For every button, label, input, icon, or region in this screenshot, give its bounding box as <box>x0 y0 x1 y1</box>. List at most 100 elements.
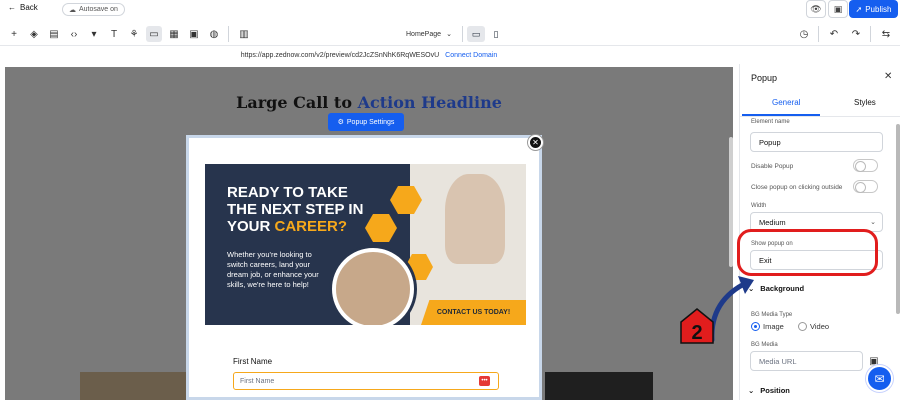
annotation-highlight-ring <box>737 229 878 276</box>
popup-settings-label: Popup Settings <box>346 118 395 126</box>
globe-icon: ◍ <box>209 28 219 40</box>
history-button[interactable]: ◷ <box>796 26 812 42</box>
first-name-input[interactable]: First Name ••• <box>233 372 499 390</box>
radio-empty-icon <box>798 322 807 331</box>
save-button[interactable]: ▣ <box>828 0 848 18</box>
disable-popup-toggle[interactable] <box>853 159 878 172</box>
popup-banner-image[interactable]: READY TO TAKE THE NEXT STEP IN YOUR CARE… <box>205 164 526 325</box>
canvas-scrollbar[interactable] <box>729 137 733 267</box>
media-url-placeholder: Media URL <box>759 356 797 366</box>
media-url-input[interactable]: Media URL <box>750 351 863 371</box>
forms-button[interactable]: ▦ <box>166 26 182 42</box>
monitor-icon: ▭ <box>471 28 481 39</box>
position-section-header[interactable]: ⌄ Position <box>748 386 790 395</box>
gear-icon: ⚙ <box>337 119 344 126</box>
phone-icon: ▯ <box>493 28 499 39</box>
tab-general[interactable]: General <box>772 98 800 107</box>
styles-button[interactable]: ▾ <box>86 26 102 42</box>
close-outside-label: Close popup on clicking outside <box>751 184 843 191</box>
floppy-icon: ▣ <box>833 3 843 14</box>
toolbar-divider <box>462 26 463 42</box>
banner-title-highlight: CAREER? <box>274 218 348 235</box>
mobile-view-button[interactable]: ▯ <box>487 26 505 42</box>
back-button[interactable]: ← Back <box>8 3 38 12</box>
background-image-block <box>545 372 653 400</box>
panel-title: Popup <box>751 73 778 83</box>
page-headline[interactable]: Large Call to Action Headline <box>5 93 733 112</box>
element-name-value: Popup <box>759 137 781 147</box>
page-selected-label: HomePage <box>406 30 442 38</box>
split-view-button[interactable]: ▥ <box>236 26 252 42</box>
autosave-label: Autosave on <box>79 6 118 13</box>
typography-button[interactable]: T <box>106 26 122 42</box>
banner-body-text: Whether you're looking to switch careers… <box>227 250 319 289</box>
element-name-label: Element name <box>751 119 790 125</box>
plus-icon: + <box>11 28 17 40</box>
settings-toggle-button[interactable]: ⇆ <box>878 26 894 42</box>
chevron-down-icon: ⌄ <box>870 219 876 226</box>
page-selector[interactable]: HomePage ⌄ <box>400 26 458 42</box>
banner-title: READY TO TAKE THE NEXT STEP IN YOUR CARE… <box>227 184 407 235</box>
media-type-video-radio[interactable]: Video <box>798 322 829 331</box>
disable-popup-label: Disable Popup <box>751 163 794 170</box>
background-header-label: Background <box>760 284 805 293</box>
banner-title-line: YOUR <box>227 218 275 235</box>
tab-styles[interactable]: Styles <box>854 98 876 107</box>
rocket-icon: ➚ <box>855 4 863 14</box>
media-type-video-label: Video <box>810 322 830 331</box>
team-circle-photo <box>332 248 414 325</box>
publish-label: Publish <box>865 4 892 14</box>
code-button[interactable]: ‹› <box>66 26 82 42</box>
close-icon: ✕ <box>532 138 539 147</box>
form-icon: ▦ <box>169 28 179 40</box>
close-outside-toggle[interactable] <box>853 180 878 193</box>
connect-domain-link[interactable]: Connect Domain <box>445 52 497 59</box>
clock-icon: ◷ <box>799 28 809 40</box>
image-icon: ▣ <box>189 28 199 40</box>
cloud-icon: ☁ <box>69 6 76 14</box>
back-label: Back <box>20 3 38 12</box>
chat-icon: ✉ <box>874 371 885 386</box>
layers-button[interactable]: ◈ <box>26 26 42 42</box>
element-name-input[interactable]: Popup <box>750 132 883 152</box>
add-element-button[interactable]: + <box>6 26 22 42</box>
preview-button[interactable]: 👁 <box>806 0 826 18</box>
autosave-indicator: ☁ Autosave on <box>62 3 125 16</box>
headline-accent: Action Headline <box>357 93 502 112</box>
step-number-text: 2 <box>691 322 702 344</box>
popup-tool-button[interactable]: ▭ <box>146 26 162 42</box>
columns-icon: ▥ <box>239 28 249 40</box>
woman-headphones-photo <box>445 174 505 264</box>
width-value: Medium <box>759 217 786 227</box>
background-image-block <box>80 372 188 400</box>
publish-button[interactable]: ➚ Publish <box>849 0 898 18</box>
toolbar-divider <box>870 26 871 42</box>
close-icon: ✕ <box>884 71 893 82</box>
chevron-down-icon: ⌄ <box>748 386 755 395</box>
document-icon: ▤ <box>49 28 59 40</box>
headline-main: Large Call to <box>236 93 358 112</box>
media-type-image-label: Image <box>763 322 784 331</box>
editor-toolbar: + ◈ ▤ ‹› ▾ T ⚘ ▭ ▦ ▣ ◍ ▥ HomePage ⌄ ▭ ▯ … <box>0 22 900 46</box>
desktop-view-button[interactable]: ▭ <box>467 26 485 42</box>
panel-close-button[interactable]: ✕ <box>884 71 892 82</box>
first-name-placeholder: First Name <box>240 377 275 385</box>
integrations-button[interactable]: ◍ <box>206 26 222 42</box>
panel-scrollbar[interactable] <box>896 124 900 314</box>
pages-button[interactable]: ▤ <box>46 26 62 42</box>
step-number-badge: 2 <box>680 308 714 344</box>
media-button[interactable]: ▣ <box>186 26 202 42</box>
top-bar: ← Back ☁ Autosave on 👁 ▣ ➚ Publish <box>0 0 900 20</box>
paint-icon: ▾ <box>91 28 97 40</box>
toolbar-divider <box>228 26 229 42</box>
preview-url-bar: https://app.zednow.com/v2/preview/cd2JcZ… <box>0 47 738 63</box>
popup-close-button[interactable]: ✕ <box>528 135 543 150</box>
undo-button[interactable]: ↶ <box>826 26 842 42</box>
help-chat-button[interactable]: ✉ <box>866 365 893 392</box>
url-text[interactable]: https://app.zednow.com/v2/preview/cd2JcZ… <box>241 52 439 59</box>
popup-settings-button[interactable]: ⚙ Popup Settings <box>328 113 404 131</box>
banner-cta-label: CONTACT US TODAY! <box>421 300 526 325</box>
redo-button[interactable]: ↷ <box>848 26 864 42</box>
components-button[interactable]: ⚘ <box>126 26 142 42</box>
eye-icon: 👁 <box>810 3 822 14</box>
